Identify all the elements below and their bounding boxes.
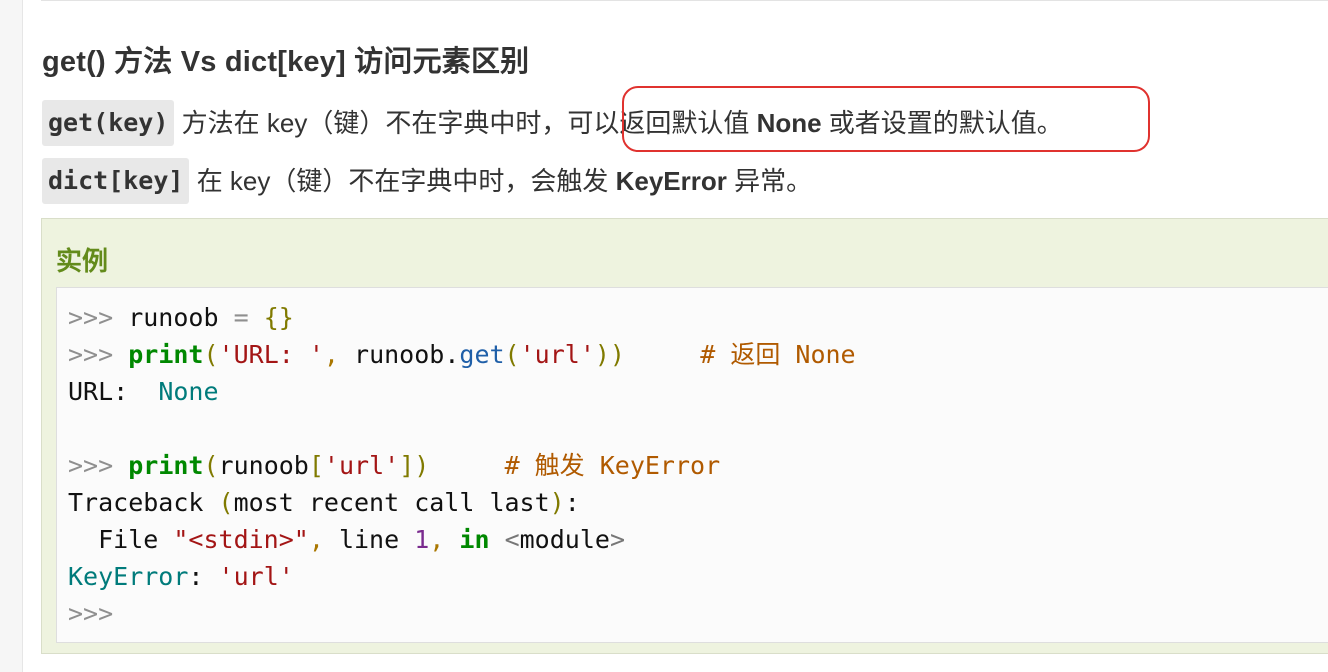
code-line-3: URL: None: [68, 377, 219, 406]
inline-code-dict-key: dict[key]: [42, 158, 190, 204]
code-line-8: >>>: [68, 599, 114, 628]
article-page: get() 方法 Vs dict[key] 访问元素区别 get(key) 方法…: [22, 0, 1328, 672]
example-box: 实例 >>> runoob = {} >>> print('URL: ', ru…: [41, 218, 1328, 654]
code-line-4: >>> print(runoob['url']) # 触发 KeyError: [68, 451, 721, 480]
code-block[interactable]: >>> runoob = {} >>> print('URL: ', runoo…: [56, 287, 1328, 643]
code-line-5: Traceback (most recent call last):: [68, 488, 580, 517]
section-heading: get() 方法 Vs dict[key] 访问元素区别: [42, 46, 530, 78]
code-line-1: >>> runoob = {}: [68, 303, 294, 332]
code-line-7: KeyError: 'url': [68, 562, 294, 591]
paragraph-dict-key: dict[key] 在 key（键）不在字典中时，会触发 KeyError 异常…: [42, 158, 812, 204]
inline-code-get: get(key): [42, 100, 175, 146]
example-title: 实例: [56, 246, 109, 276]
code-line-2: >>> print('URL: ', runoob.get('url')) # …: [68, 340, 856, 369]
red-highlight-box: [622, 86, 1150, 152]
code-line-6: File "<stdin>", line 1, in <module>: [68, 525, 625, 554]
top-divider: [41, 0, 1328, 1]
